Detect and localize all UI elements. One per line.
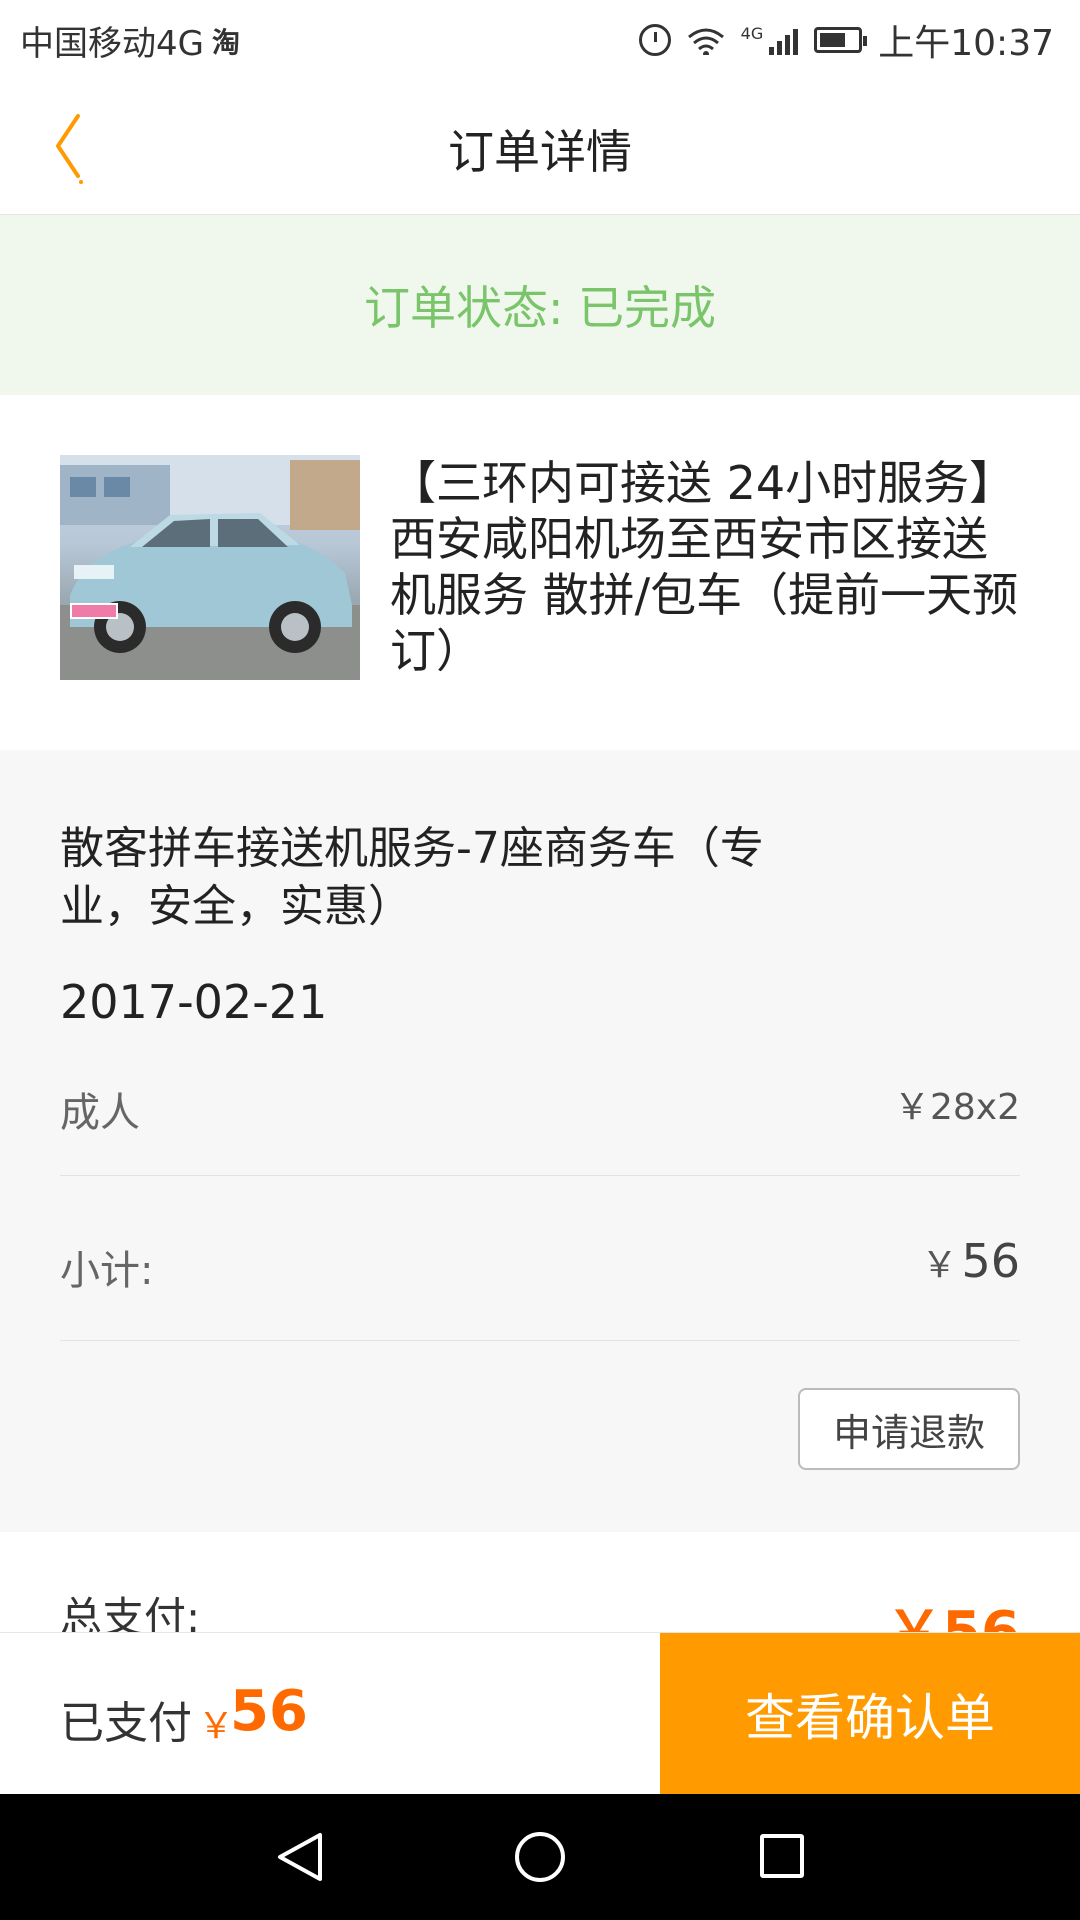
subtotal-label: 小计:	[60, 1248, 154, 1294]
nav-home-button[interactable]	[515, 1832, 565, 1882]
paid-amount: 56	[230, 1679, 308, 1744]
nav-recent-button[interactable]	[760, 1834, 804, 1878]
network-type-label: 4G	[740, 23, 764, 43]
system-nav-bar	[0, 1794, 1080, 1920]
signal-icon	[769, 25, 799, 55]
page-title: 订单详情	[448, 125, 632, 179]
status-left: 中国移动4G 淘	[20, 16, 240, 65]
product-thumbnail[interactable]	[60, 455, 360, 680]
total-label: 总支付:	[60, 1593, 201, 1632]
subtotal-value-group: ￥ 56	[921, 1234, 1020, 1288]
paid-label: 已支付	[60, 1698, 192, 1749]
view-confirmation-button[interactable]: 查看确认单	[660, 1633, 1080, 1795]
refund-button[interactable]: 申请退款	[798, 1388, 1020, 1470]
car-photo	[60, 455, 360, 680]
order-status-text: 订单状态: 已完成	[363, 281, 717, 335]
adult-label: 成人	[60, 1090, 140, 1136]
adult-price: ￥28x2	[893, 1087, 1020, 1128]
product-title[interactable]: 【三环内可接送 24小时服务】西安咸阳机场至西安市区接送机服务 散拼/包车（提前…	[390, 455, 1030, 679]
total-section: 总支付: ￥56	[0, 1532, 1080, 1632]
order-status-banner: 订单状态: 已完成	[0, 215, 1080, 395]
title-bar: 订单详情	[0, 76, 1080, 215]
product-card[interactable]: 【三环内可接送 24小时服务】西安咸阳机场至西安市区接送机服务 散拼/包车（提前…	[0, 395, 1080, 750]
status-bar: 中国移动4G 淘 4G 上午10:37	[0, 0, 1080, 76]
wifi-icon	[687, 25, 725, 55]
taobao-icon: 淘	[211, 25, 240, 59]
divider	[60, 1175, 1020, 1176]
carrier-label: 中国移动4G	[20, 24, 204, 64]
status-right: 4G 上午10:37	[638, 14, 1054, 66]
clock-label: 上午10:37	[878, 23, 1054, 64]
bottom-action-bar: 已支付 ￥ 56 查看确认单	[0, 1632, 1080, 1795]
order-date: 2017-02-21	[60, 975, 328, 1029]
paid-currency: ￥	[198, 1706, 235, 1747]
divider	[60, 1340, 1020, 1341]
nav-back-button[interactable]	[276, 1832, 324, 1882]
triangle-back-icon	[278, 1833, 322, 1881]
order-details: 散客拼车接送机服务-7座商务车（专业，安全，实惠） 2017-02-21 成人 …	[0, 750, 1080, 1532]
subtotal-currency: ￥	[921, 1245, 958, 1286]
alarm-icon	[638, 24, 671, 56]
battery-icon	[814, 27, 868, 53]
total-amount: ￥56	[886, 1587, 1020, 1632]
subtotal-value: 56	[961, 1234, 1020, 1288]
package-name: 散客拼车接送机服务-7座商务车（专业，安全，实惠）	[60, 823, 764, 932]
